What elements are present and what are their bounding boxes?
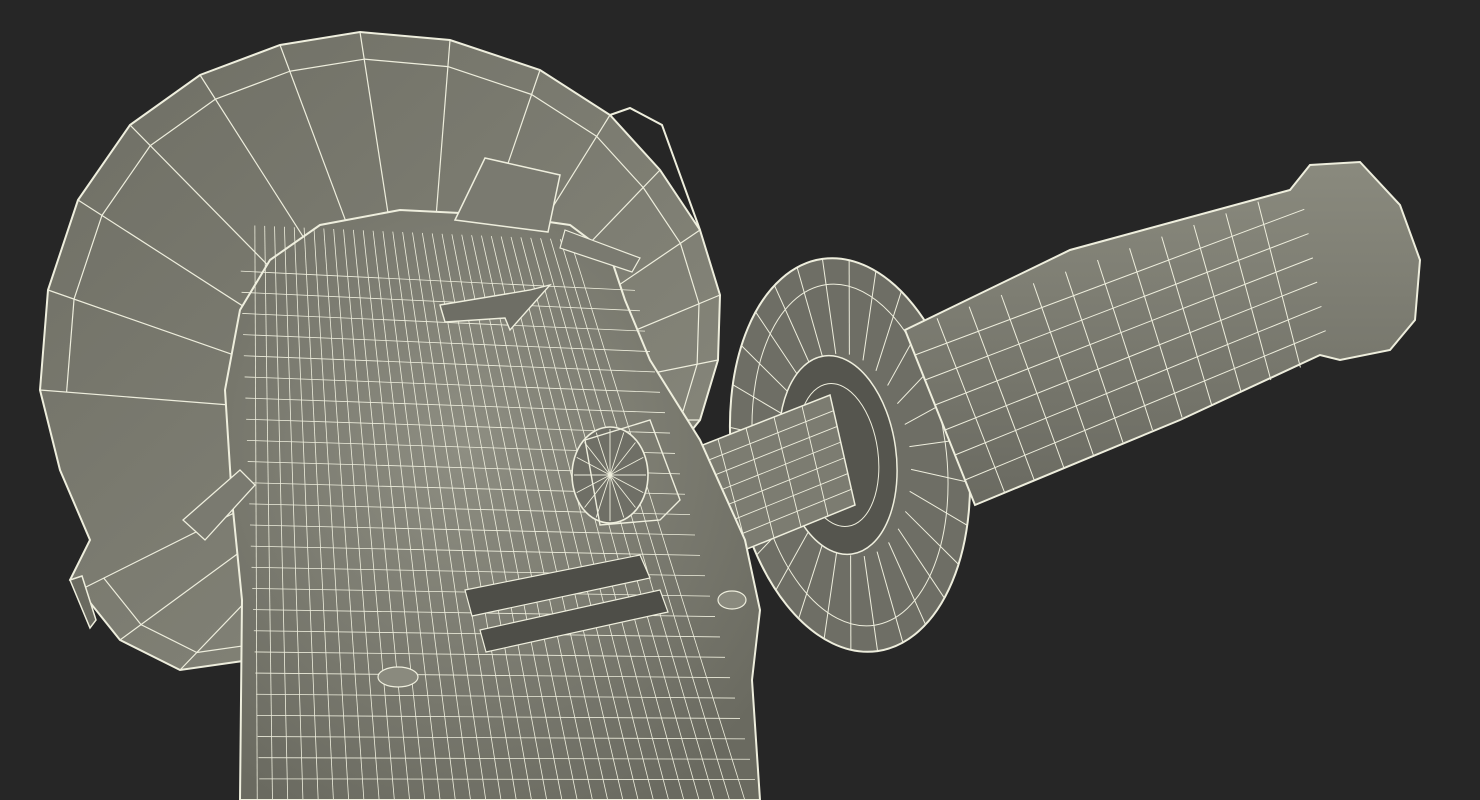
render-viewport (0, 0, 1480, 800)
handle-grip (903, 160, 1422, 507)
wireframe-render (38, 30, 1422, 800)
